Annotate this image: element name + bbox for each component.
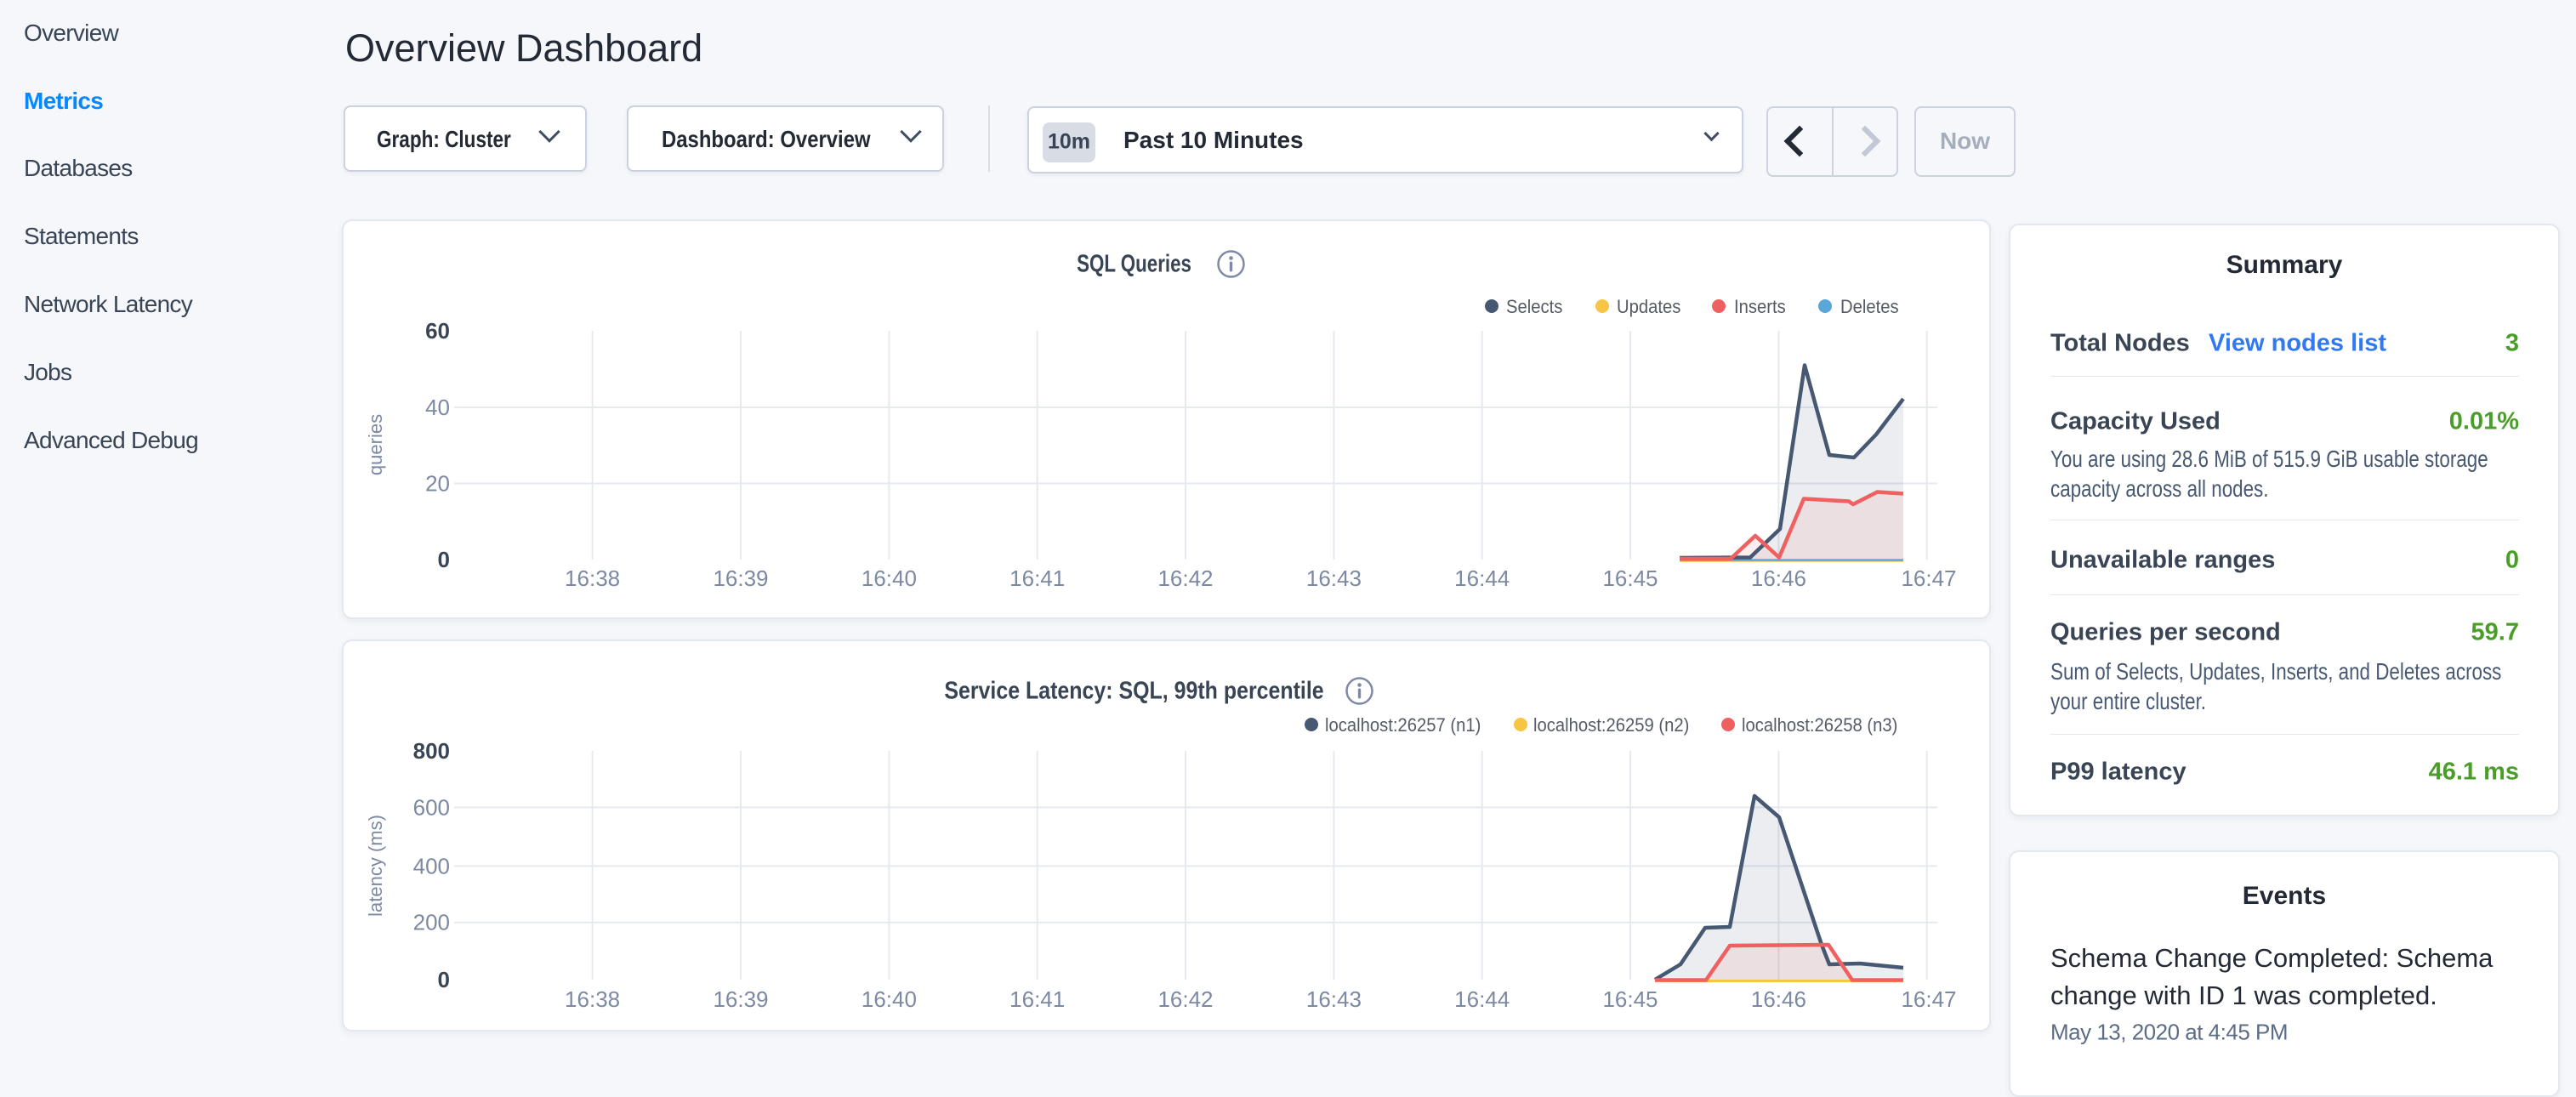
svg-text:16:39: 16:39 [713,566,768,591]
svg-text:16:47: 16:47 [1901,986,1956,1012]
svg-text:latency (ms): latency (ms) [365,815,386,917]
svg-text:40: 40 [425,395,450,420]
svg-text:60: 60 [425,318,450,344]
svg-text:16:46: 16:46 [1751,986,1806,1012]
svg-text:queries: queries [365,414,386,475]
svg-text:200: 200 [413,910,450,935]
svg-text:16:39: 16:39 [713,986,768,1012]
svg-text:16:40: 16:40 [862,986,917,1012]
svg-text:400: 400 [413,853,450,878]
svg-text:600: 600 [413,794,450,820]
svg-text:16:38: 16:38 [565,566,620,591]
svg-text:16:46: 16:46 [1751,566,1806,591]
svg-text:16:43: 16:43 [1306,986,1362,1012]
svg-text:0: 0 [438,967,450,992]
svg-text:16:41: 16:41 [1009,986,1065,1012]
svg-text:800: 800 [413,738,450,764]
svg-text:16:47: 16:47 [1901,566,1956,591]
svg-text:16:40: 16:40 [862,566,917,591]
svg-text:16:44: 16:44 [1454,566,1510,591]
svg-text:16:44: 16:44 [1454,986,1510,1012]
svg-text:0: 0 [438,547,450,572]
svg-text:20: 20 [425,471,450,497]
svg-text:16:41: 16:41 [1009,566,1065,591]
svg-text:16:38: 16:38 [565,986,620,1012]
svg-text:16:45: 16:45 [1602,566,1658,591]
svg-text:16:45: 16:45 [1602,986,1658,1012]
svg-text:16:42: 16:42 [1157,566,1213,591]
svg-text:16:43: 16:43 [1306,566,1362,591]
svg-text:16:42: 16:42 [1157,986,1213,1012]
